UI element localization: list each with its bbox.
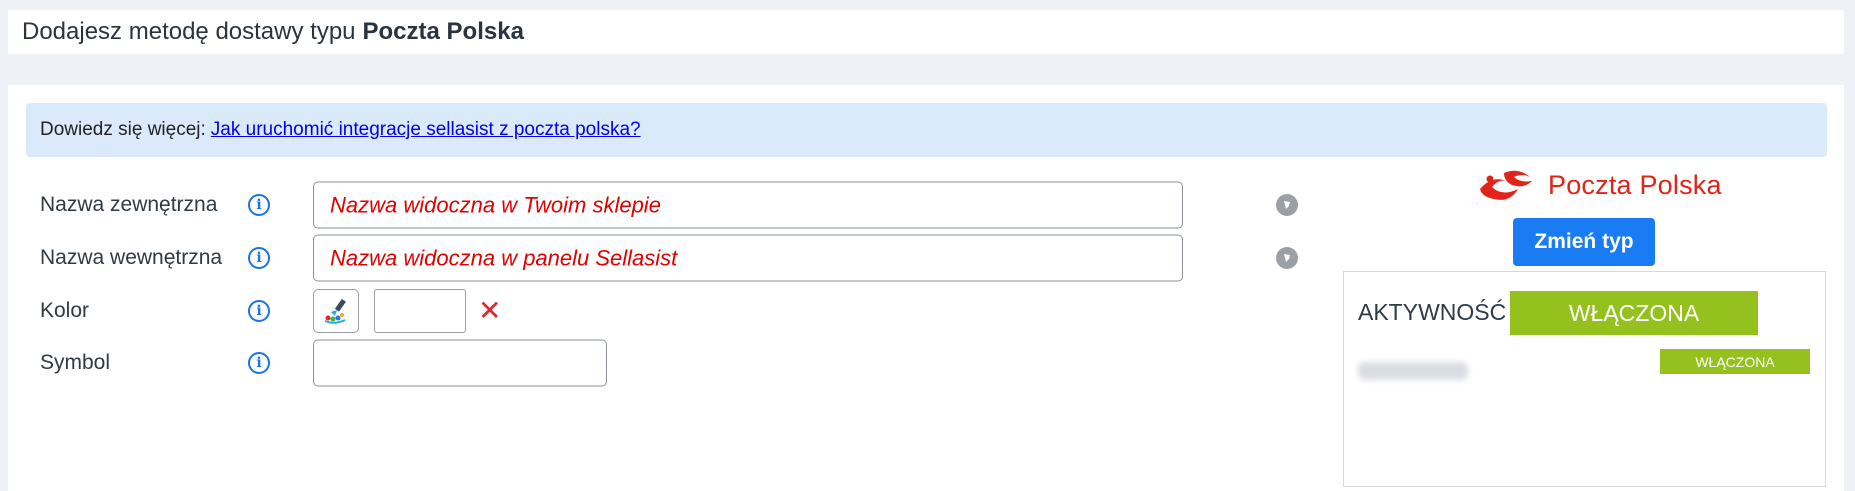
info-icon[interactable]: i xyxy=(248,300,270,322)
logo-text: Poczta Polska xyxy=(1548,169,1722,200)
close-icon[interactable]: ✕ xyxy=(478,297,501,325)
info-banner: Dowiedz się więcej: Jak uruchomić integr… xyxy=(26,103,1827,157)
main-panel: Dowiedz się więcej: Jak uruchomić integr… xyxy=(8,85,1844,491)
symbol-input[interactable] xyxy=(313,339,607,387)
internal-name-label: Nazwa wewnętrzna xyxy=(40,246,223,269)
external-name-row: Nazwa zewnętrzna i xyxy=(8,180,1298,230)
external-name-input[interactable] xyxy=(313,181,1183,229)
info-icon[interactable]: i xyxy=(248,352,270,374)
carrier-logo: Poczta Polska xyxy=(1474,160,1722,210)
symbol-label: Symbol xyxy=(40,351,111,374)
poczta-polska-logo-icon xyxy=(1480,170,1532,200)
globe-icon[interactable] xyxy=(1276,247,1298,269)
globe-icon[interactable] xyxy=(1276,194,1298,216)
page-header: Dodajesz metodę dostawy typu Poczta Pols… xyxy=(8,10,1844,54)
color-label: Kolor xyxy=(40,299,90,322)
paint-brush-icon xyxy=(324,298,346,324)
info-icon[interactable]: i xyxy=(248,194,270,216)
page-title-prefix: Dodajesz metodę dostawy typu xyxy=(22,18,356,45)
activity-toggle-button[interactable]: WŁĄCZONA xyxy=(1510,291,1758,335)
external-name-label: Nazwa zewnętrzna xyxy=(40,193,218,216)
internal-name-input[interactable] xyxy=(313,234,1183,282)
symbol-row: Symbol i xyxy=(8,338,1278,388)
shop-status-toggle[interactable]: WŁĄCZONA xyxy=(1660,349,1810,374)
color-value-field[interactable] xyxy=(374,289,466,333)
activity-label: AKTYWNOŚĆ xyxy=(1358,299,1507,325)
page-title-type: Poczta Polska xyxy=(362,18,524,45)
info-prefix: Dowiedz się więcej: xyxy=(40,119,206,140)
info-icon[interactable]: i xyxy=(248,247,270,269)
change-type-button[interactable]: Zmień typ xyxy=(1513,218,1655,266)
integration-help-link[interactable]: Jak uruchomić integracje sellasist z poc… xyxy=(211,119,641,141)
internal-name-row: Nazwa wewnętrzna i xyxy=(8,233,1298,283)
status-box: AKTYWNOŚĆ WŁĄCZONA WŁĄCZONA xyxy=(1343,271,1826,487)
color-picker-button[interactable] xyxy=(313,289,359,333)
blurred-shop-name xyxy=(1358,362,1468,380)
color-row: Kolor i ✕ xyxy=(8,286,1278,336)
